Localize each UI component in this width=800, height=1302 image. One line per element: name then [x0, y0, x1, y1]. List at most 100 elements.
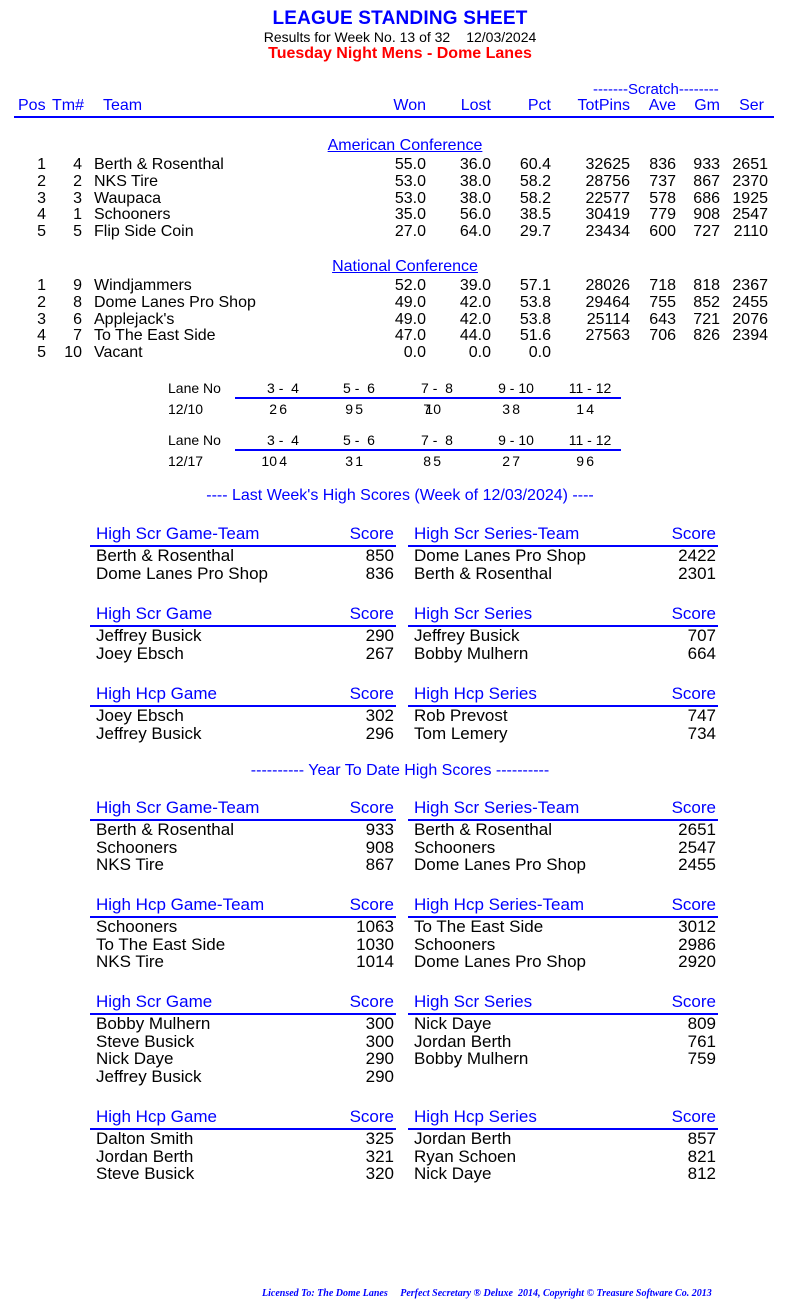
cell-team: Waupaca	[94, 189, 161, 207]
week-text: Results for Week No. 13 of 32	[263, 29, 451, 45]
col-gm: Gm	[694, 97, 720, 114]
score-header: Score	[671, 1107, 716, 1126]
box-header: High Scr Series Score	[408, 992, 718, 1011]
cell-won: 49.0	[394, 310, 426, 328]
score-header: Score	[349, 798, 394, 817]
cell-pos: 1	[37, 277, 46, 294]
score-value: 302	[365, 706, 394, 725]
cell-team: Applejack's	[94, 310, 175, 328]
score-value: 300	[365, 1031, 394, 1051]
box-title: High Hcp Game-Team	[96, 895, 265, 914]
score-row: Schooners 2547	[408, 838, 718, 857]
bowler-name: Schooners	[414, 934, 496, 954]
bowler-name: Bobby Mulhern	[96, 1014, 211, 1033]
score-value: 933	[365, 820, 394, 839]
score-value: 1063	[356, 917, 394, 936]
bowler-name: Nick Daye	[96, 1049, 174, 1068]
bowler-name: Berth & Rosenthal	[414, 820, 552, 839]
schedule-date: 12/10	[168, 401, 204, 417]
score-row: Ryan Schoen 821	[408, 1147, 718, 1166]
score-header: Score	[349, 895, 394, 914]
team-number: 8	[512, 401, 520, 417]
box-header: High Hcp Series-Team Score	[408, 895, 718, 914]
lane-label: Lane No	[168, 432, 221, 448]
bowler-name: Nick Daye	[414, 1164, 492, 1183]
bowler-name: Jordan Berth	[414, 1031, 512, 1051]
score-value: 325	[365, 1129, 394, 1148]
score-row: Berth & Rosenthal 2651	[408, 821, 718, 839]
cell-won: 27.0	[394, 223, 426, 241]
col-pct: Pct	[527, 97, 551, 114]
lane-rule	[235, 449, 621, 451]
cell-won: 53.0	[394, 189, 426, 207]
cell-tm: 10	[64, 344, 82, 362]
page-title: LEAGUE STANDING SHEET	[272, 8, 528, 29]
cell-ser: 1925	[732, 189, 768, 207]
score-value: 2455	[678, 855, 716, 874]
lane-pair-label: 9 - 10	[498, 432, 534, 448]
cell-tm: 9	[73, 277, 82, 294]
cell-ave: 779	[649, 206, 676, 224]
score-header: Score	[671, 992, 716, 1011]
score-value: 850	[365, 546, 394, 565]
box-header: High Scr Game-Team Score	[90, 798, 396, 817]
cell-pos: 5	[37, 223, 46, 241]
standings-row: 1 4 Berth & Rosenthal 55.0 36.0 60.4 32625 836 9…	[0, 156, 800, 173]
score-value: 2422	[678, 546, 716, 565]
cell-ser: 2455	[732, 293, 768, 311]
bowler-name: Dome Lanes Pro Shop	[96, 563, 268, 583]
bowler-name: Steve Busick	[96, 1031, 195, 1051]
cell-pct: 38.5	[519, 206, 551, 224]
standings-row: 2 8 Dome Lanes Pro Shop 49.0 42.0 53.8 29464 75…	[0, 294, 800, 311]
cell-ser: 2370	[732, 172, 768, 190]
score-row: Nick Daye 290	[90, 1050, 396, 1068]
box-header: High Scr Game Score	[90, 992, 396, 1011]
col-totpins: TotPins	[577, 97, 630, 114]
score-value: 2301	[678, 563, 716, 583]
last-week-title: ---- Last Week's High Scores (Week of 12…	[206, 487, 594, 504]
box-title: High Scr Series-Team	[414, 798, 580, 817]
score-row: Dalton Smith 325	[90, 1130, 396, 1148]
week-date: 12/03/2024	[466, 29, 537, 45]
bowler-name: Tom Lemery	[414, 723, 508, 743]
score-value: 2986	[678, 934, 716, 954]
conference-heading: National Conference	[332, 258, 478, 275]
bowler-name: Joey Ebsch	[96, 706, 184, 725]
cell-totpins: 23434	[585, 223, 631, 241]
high-score-box: High Scr Series Score Nick Daye 809 Jordan B…	[408, 992, 718, 1068]
cell-ser: 2547	[732, 206, 768, 224]
bowler-name: Jordan Berth	[96, 1146, 194, 1166]
bowler-name: Berth & Rosenthal	[96, 546, 234, 565]
bowler-name: NKS Tire	[96, 952, 165, 971]
box-title: High Hcp Game	[96, 684, 217, 703]
cell-ave: 706	[649, 327, 676, 345]
score-value: 290	[365, 1066, 394, 1086]
cell-tm: 3	[73, 189, 82, 207]
score-value: 664	[687, 643, 716, 663]
score-value: 734	[687, 723, 716, 743]
score-row: Schooners 1063	[90, 918, 396, 936]
cell-tm: 5	[73, 223, 82, 241]
box-title: High Hcp Series	[414, 1107, 537, 1126]
lane-rule	[235, 397, 621, 399]
box-header: High Scr Series-Team Score	[408, 524, 718, 543]
score-value: 2920	[678, 952, 716, 971]
cell-ser: 2110	[733, 223, 768, 241]
cell-ser: 2651	[732, 156, 768, 173]
cell-won: 52.0	[394, 277, 426, 294]
score-header: Score	[671, 684, 716, 703]
team-number: 7	[512, 453, 520, 469]
score-value: 3012	[678, 917, 716, 936]
box-header: High Hcp Game-Team Score	[90, 895, 396, 914]
cell-team: Dome Lanes Pro Shop	[94, 293, 256, 311]
score-header: Score	[349, 524, 394, 543]
high-score-box: High Hcp Series Score Jordan Berth 857 Ryan …	[408, 1107, 718, 1183]
high-score-box: High Scr Game Score Jeffrey Busick 290 Joey …	[90, 604, 396, 662]
standings-row: 3 3 Waupaca 53.0 38.0 58.2 22577 578 686 1925	[0, 190, 800, 207]
standings-row: 4 1 Schooners 35.0 56.0 38.5 30419 779 908 2547	[0, 206, 800, 223]
col-pos: Pos	[18, 97, 46, 114]
cell-team: Berth & Rosenthal	[94, 156, 224, 173]
cell-won: 53.0	[394, 172, 426, 190]
team-number: 5	[433, 453, 441, 469]
bowler-name: Jeffrey Busick	[96, 723, 202, 743]
